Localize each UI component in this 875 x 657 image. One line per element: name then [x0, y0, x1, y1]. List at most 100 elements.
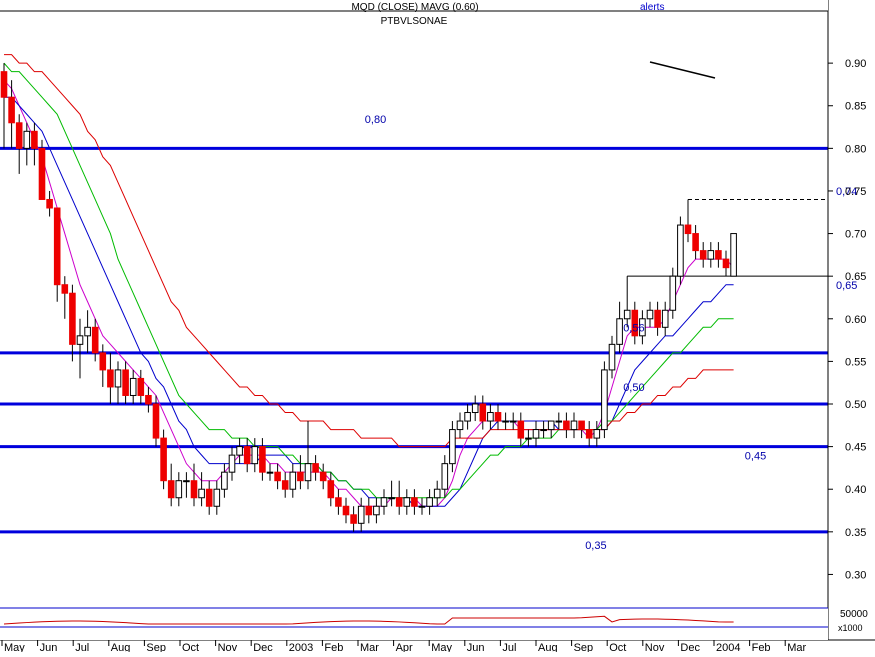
- candle: [563, 412, 570, 439]
- candle: [692, 225, 699, 260]
- candle-body: [654, 309, 661, 328]
- candle-body: [441, 463, 449, 490]
- level-annotation: 0,56: [623, 323, 644, 335]
- x-tick-label: Dec: [680, 642, 700, 652]
- candle-body: [266, 471, 274, 474]
- candle: [722, 250, 730, 277]
- candle: [608, 335, 616, 379]
- candle-body: [502, 420, 509, 423]
- x-tick-label: Mar: [787, 642, 806, 652]
- candle-body: [107, 369, 114, 388]
- candle: [297, 455, 304, 490]
- candle-body: [661, 309, 669, 328]
- price-chart: 0,800,740,650,560,500,450,35 0.300.350.4…: [0, 0, 875, 654]
- candle-body: [730, 233, 737, 277]
- candle-body: [84, 326, 91, 337]
- candle-body: [53, 207, 61, 286]
- candle-body: [418, 505, 426, 508]
- candle: [84, 310, 91, 353]
- candle-body: [31, 130, 38, 149]
- candle: [53, 207, 61, 302]
- y-tick-label: 0.90: [845, 58, 866, 70]
- y-tick-label: 0.50: [845, 399, 866, 411]
- y-tick-label: 0.75: [845, 186, 866, 198]
- candle: [646, 301, 654, 328]
- lower-unit-label: x1000: [838, 623, 863, 633]
- candle: [304, 421, 312, 490]
- x-tick-label: Feb: [752, 642, 771, 652]
- x-tick-label: Jun: [40, 642, 58, 652]
- candle: [0, 63, 8, 149]
- axes: 0.30 0.35 0.40 0.45 0.50 0.55 0.60 0.65 0.70 0.75…: [0, 0, 875, 654]
- x-tick-label: Oct: [609, 642, 626, 652]
- candle-body: [23, 130, 31, 149]
- candle: [509, 412, 517, 430]
- candle-body: [388, 497, 395, 500]
- candle: [669, 267, 677, 319]
- candle-body: [167, 480, 175, 499]
- candle-body: [692, 233, 699, 252]
- candle-body: [69, 292, 76, 345]
- candle-body: [525, 437, 532, 440]
- candle: [616, 301, 623, 353]
- candle-body: [380, 497, 388, 507]
- level-annotation: 0,80: [365, 114, 386, 126]
- candle-body: [456, 420, 464, 431]
- candle: [388, 480, 395, 507]
- candle-body: [114, 369, 122, 388]
- candle: [684, 199, 692, 243]
- ma_short-line: [3, 79, 734, 507]
- x-tick-label: Apr: [396, 642, 413, 652]
- candle-body: [487, 412, 494, 422]
- y-tick-label: 0.60: [845, 314, 866, 326]
- candle: [601, 361, 608, 439]
- candle: [471, 395, 479, 422]
- alerts-link[interactable]: alerts: [640, 2, 664, 13]
- candle-body: [578, 420, 585, 431]
- candle-body: [715, 250, 722, 260]
- candle-body: [707, 250, 715, 260]
- candle-body: [205, 488, 213, 507]
- candle-body: [175, 480, 183, 499]
- candle-body: [365, 505, 373, 516]
- candle: [38, 139, 46, 200]
- candle-body: [395, 497, 403, 507]
- x-tick-label: May: [431, 642, 452, 652]
- x-tick-label: Sep: [574, 642, 594, 652]
- x-tick-label: Jul: [502, 642, 516, 652]
- candle: [183, 472, 190, 498]
- candle-body: [623, 309, 631, 320]
- x-tick-label: Aug: [111, 642, 131, 652]
- candle: [487, 404, 494, 430]
- candle-body: [547, 420, 555, 431]
- y-tick-label: 0.85: [845, 101, 866, 113]
- candle: [730, 233, 737, 277]
- candle: [342, 497, 350, 524]
- candle-body: [699, 250, 707, 260]
- candle: [441, 455, 449, 498]
- candle: [433, 480, 441, 507]
- candle-body: [677, 224, 684, 277]
- candle-body: [684, 224, 692, 235]
- y-tick-label: 0.55: [845, 356, 866, 368]
- chart-title: MQD (CLOSE) MAVG (0.60): [351, 2, 478, 13]
- candle: [540, 421, 547, 439]
- candle: [107, 352, 114, 404]
- candle: [449, 421, 456, 473]
- candle-body: [236, 446, 243, 456]
- candle: [289, 463, 297, 498]
- candle: [122, 361, 129, 404]
- candle: [251, 438, 259, 473]
- level-annotation: 0,35: [585, 540, 606, 552]
- candle-body: [479, 403, 487, 422]
- candle-body: [403, 497, 411, 507]
- candle: [707, 242, 715, 268]
- candle: [380, 489, 388, 515]
- candle: [228, 446, 236, 481]
- lower-tick-label: 50000: [840, 609, 868, 620]
- x-tick-label: Dec: [253, 642, 273, 652]
- y-tick-label: 0.80: [845, 143, 866, 155]
- candle-body: [129, 377, 137, 396]
- candle: [221, 463, 228, 498]
- candle-body: [213, 488, 221, 507]
